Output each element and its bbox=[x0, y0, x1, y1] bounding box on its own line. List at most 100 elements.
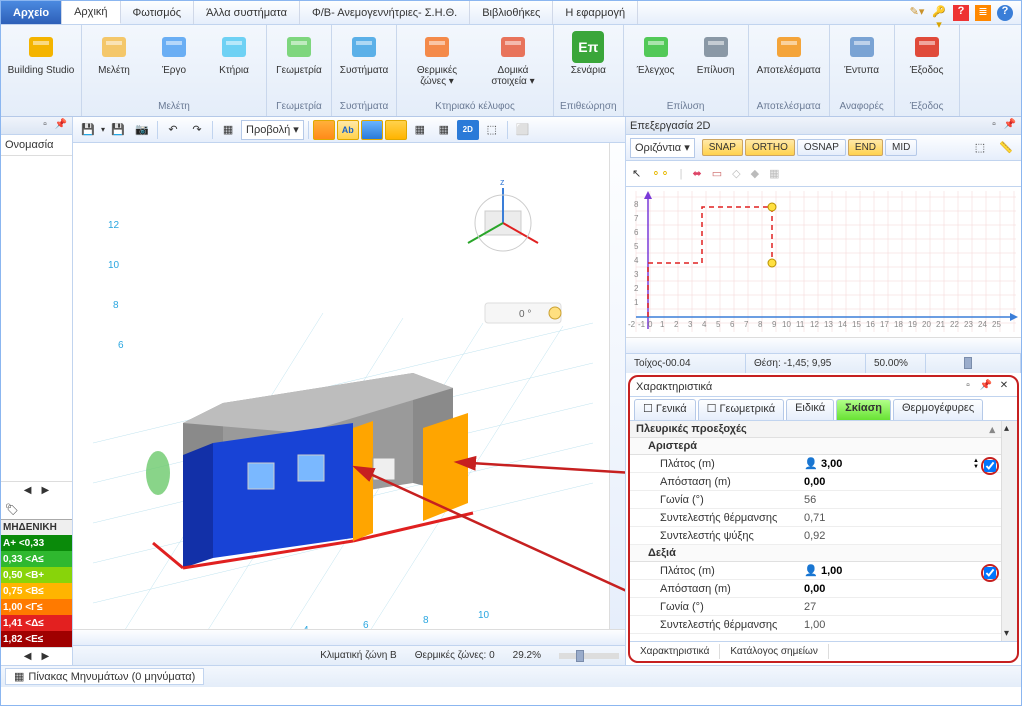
scrollbar-vertical[interactable] bbox=[609, 143, 625, 629]
pin-icon[interactable]: ▫ bbox=[987, 119, 1001, 133]
layer-icon[interactable]: ◇ bbox=[732, 167, 740, 180]
bottom-tab-props[interactable]: Χαρακτηριστικά bbox=[630, 644, 720, 659]
nodes-icon[interactable]: ⚬⚬ bbox=[651, 167, 669, 180]
ribbon-solve-icon[interactable]: Επίλυση bbox=[690, 29, 742, 99]
move-icon[interactable]: ⬌ bbox=[693, 167, 702, 180]
scroll-left-right[interactable]: ◀▶ bbox=[1, 481, 72, 499]
prop-row[interactable]: Γωνία (°)27 bbox=[630, 598, 1001, 616]
prop-row[interactable]: Απόσταση (m)0,00 bbox=[630, 580, 1001, 598]
mode-btn-ab[interactable]: Ab bbox=[337, 120, 359, 140]
window-icon[interactable]: ▫ bbox=[961, 380, 975, 394]
orientation-combo[interactable]: Οριζόντια ▾ bbox=[630, 138, 695, 158]
pin-icon[interactable]: 📌 bbox=[54, 119, 68, 133]
tab-other-systems[interactable]: Άλλα συστήματα bbox=[194, 1, 300, 24]
ribbon-scenarios-icon[interactable]: ΕπΣενάρια bbox=[562, 29, 614, 99]
messages-tab[interactable]: ▦ Πίνακας Μηνυμάτων (0 μηνύματα) bbox=[5, 668, 204, 685]
mode-2d[interactable]: 2D bbox=[457, 120, 479, 140]
layout-icon[interactable]: ⬚ bbox=[969, 138, 991, 158]
mode-btn-8[interactable]: ⬚ bbox=[481, 120, 503, 140]
snap-osnap[interactable]: OSNAP bbox=[797, 139, 846, 156]
property-grid[interactable]: Πλευρικές προεξοχές▴ΑριστεράΠλάτος (m)👤3… bbox=[630, 421, 1001, 641]
prop-row[interactable]: Πλάτος (m)👤1,00 bbox=[630, 562, 1001, 580]
prop-row[interactable]: Απόσταση (m)0,00 bbox=[630, 473, 1001, 491]
prop-tab-Γενικά[interactable]: ☐ Γενικά bbox=[634, 399, 696, 420]
prop-row[interactable]: Πλάτος (m)👤3,00▲▼ bbox=[630, 455, 1001, 473]
save-as-icon[interactable]: 💾 bbox=[107, 120, 129, 140]
prop-row[interactable]: Συντελεστής θέρμανσης0,71 bbox=[630, 509, 1001, 527]
mode-btn-5[interactable]: ▦ bbox=[409, 120, 431, 140]
scroll-left-right[interactable]: ◀▶ bbox=[1, 647, 72, 665]
redo-icon[interactable]: ↷ bbox=[186, 120, 208, 140]
close-icon[interactable]: ✕ bbox=[997, 380, 1011, 394]
ribbon-project-icon[interactable]: Έργο bbox=[148, 29, 200, 99]
pin-icon[interactable]: ▫ bbox=[38, 119, 52, 133]
prop-tab-Ειδικά[interactable]: Ειδικά bbox=[786, 399, 834, 420]
prop-value[interactable]: 1,00 bbox=[800, 619, 1001, 631]
ribbon-results-icon[interactable]: Αποτελέσματα bbox=[755, 29, 823, 99]
scrollbar-horizontal[interactable] bbox=[73, 629, 625, 645]
tab-lighting[interactable]: Φωτισμός bbox=[121, 1, 195, 24]
viewport-3d[interactable]: 12 10 8 6 2 4 6 8 10 bbox=[73, 143, 625, 629]
enable-checkbox[interactable] bbox=[981, 457, 999, 475]
ruler-icon[interactable]: 📏 bbox=[995, 138, 1017, 158]
mode-btn-1[interactable] bbox=[313, 120, 335, 140]
view-combo[interactable]: Προβολή ▾ bbox=[241, 120, 304, 140]
enable-checkbox[interactable] bbox=[981, 564, 999, 582]
prop-value[interactable]: 0,00 bbox=[800, 583, 1001, 595]
ribbon-geometry-icon[interactable]: Γεωμετρία bbox=[273, 29, 325, 99]
ribbon-systems-icon[interactable]: Συστήματα bbox=[338, 29, 390, 99]
mode-btn-3[interactable] bbox=[361, 120, 383, 140]
tab-file[interactable]: Αρχείο bbox=[1, 1, 62, 24]
mode-btn-4[interactable] bbox=[385, 120, 407, 140]
box-icon[interactable]: ▭ bbox=[712, 167, 722, 180]
pin-icon[interactable]: 📌 bbox=[979, 380, 993, 394]
help-red-icon[interactable]: ? bbox=[953, 5, 969, 21]
cube-icon[interactable]: ⬜ bbox=[512, 120, 534, 140]
bottom-tab-points[interactable]: Κατάλογος σημείων bbox=[720, 644, 828, 659]
prop-value[interactable]: 0,71 bbox=[800, 512, 1001, 524]
prop-value[interactable]: 0,92 bbox=[800, 530, 1001, 542]
snap-snap[interactable]: SNAP bbox=[702, 139, 743, 156]
ribbon-reports-icon[interactable]: Έντυπα bbox=[836, 29, 888, 99]
grid-icon[interactable]: ▦ bbox=[217, 120, 239, 140]
prop-tab-Γεωμετρικά[interactable]: ☐ Γεωμετρικά bbox=[698, 399, 785, 420]
style-icon[interactable]: ✎▾ bbox=[909, 5, 925, 21]
ribbon-elements-icon[interactable]: Δομικά στοιχεία ▾ bbox=[479, 29, 547, 99]
tab-app[interactable]: Η εφαρμογή bbox=[553, 1, 638, 24]
ribbon-building-studio-icon[interactable]: Building Studio bbox=[7, 29, 75, 110]
camera-icon[interactable]: 📷 bbox=[131, 120, 153, 140]
ribbon-check-icon[interactable]: Έλεγχος bbox=[630, 29, 682, 99]
prop-tab-Θερμογέφυρες[interactable]: Θερμογέφυρες bbox=[893, 399, 983, 420]
prop-value[interactable]: 56 bbox=[800, 494, 1001, 506]
tab-libraries[interactable]: Βιβλιοθήκες bbox=[470, 1, 553, 24]
ribbon-exit-icon[interactable]: Έξοδος bbox=[901, 29, 953, 99]
prop-value[interactable]: 👤3,00▲▼ bbox=[800, 457, 1001, 471]
key-icon[interactable]: 🔑▾ bbox=[931, 5, 947, 21]
scrollbar-horizontal[interactable] bbox=[626, 337, 1021, 353]
grid-icon[interactable]: ▦ bbox=[769, 167, 779, 180]
ribbon-study-icon[interactable]: Μελέτη bbox=[88, 29, 140, 99]
prop-row[interactable]: Γωνία (°)56 bbox=[630, 491, 1001, 509]
prop-row[interactable]: Συντελεστής θέρμανσης1,00 bbox=[630, 616, 1001, 634]
spinner[interactable]: ▲▼ bbox=[973, 458, 979, 470]
pointer-icon[interactable]: ↖ bbox=[632, 167, 641, 180]
help-blue-icon[interactable]: ? bbox=[997, 5, 1013, 21]
rss-icon[interactable]: ≣ bbox=[975, 5, 991, 21]
snap-mid[interactable]: MID bbox=[885, 139, 917, 156]
ribbon-zones-icon[interactable]: Θερμικές ζώνες ▾ bbox=[403, 29, 471, 99]
prop-tab-Σκίαση[interactable]: Σκίαση bbox=[836, 399, 891, 420]
snap-ortho[interactable]: ORTHO bbox=[745, 139, 795, 156]
pin-icon[interactable]: 📌 bbox=[1003, 119, 1017, 133]
scrollbar-vertical[interactable]: ▴ ▾ bbox=[1001, 421, 1017, 641]
diamond-icon[interactable]: ◆ bbox=[751, 167, 759, 180]
prop-value[interactable]: 👤1,00 bbox=[800, 564, 1001, 578]
mode-btn-6[interactable]: ▦ bbox=[433, 120, 455, 140]
plan-2d[interactable]: 876 543 21 -2-10 123 456 789 101112 1314… bbox=[626, 187, 1021, 337]
undo-icon[interactable]: ↶ bbox=[162, 120, 184, 140]
prop-value[interactable]: 27 bbox=[800, 601, 1001, 613]
snap-end[interactable]: END bbox=[848, 139, 883, 156]
prop-row[interactable]: Συντελεστής ψύξης0,92 bbox=[630, 527, 1001, 545]
prop-value[interactable]: 0,00 bbox=[800, 476, 1001, 488]
ribbon-buildings-icon[interactable]: Κτήρια bbox=[208, 29, 260, 99]
prop-section[interactable]: Πλευρικές προεξοχές▴ bbox=[630, 421, 1001, 438]
